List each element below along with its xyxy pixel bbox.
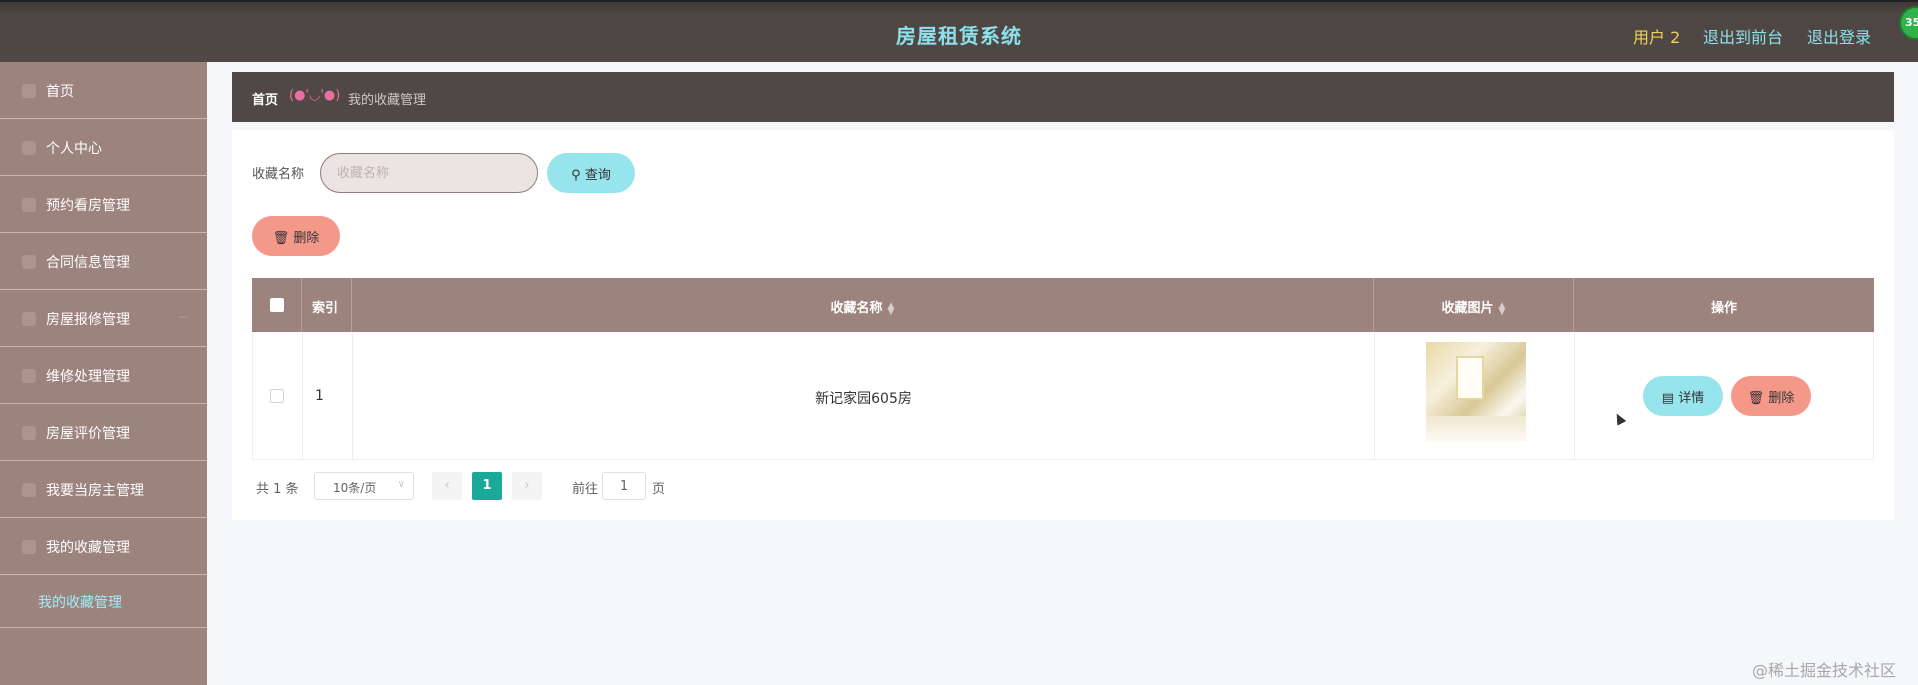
chevron-down-icon: — [178, 310, 189, 323]
top-bar: 房屋租赁系统 用户 2 退出到前台 退出登录 35 [0, 0, 1918, 62]
room-window-graphic [1456, 356, 1484, 400]
delete-button[interactable]: 🗑 删除 [252, 216, 340, 256]
column-header-image-label: 收藏图片 [1441, 301, 1494, 316]
search-input[interactable] [320, 153, 538, 193]
logout-link[interactable]: 退出登录 [1807, 24, 1871, 48]
sidebar-item-label: 房屋评价管理 [46, 426, 130, 442]
tool-icon [22, 369, 36, 383]
watermark: @稀土掘金技术社区 [1752, 661, 1897, 680]
column-header-index: 索引 [312, 301, 339, 316]
breadcrumb-home[interactable]: 首页 [252, 89, 278, 108]
sidebar-item-label: 我的收藏管理 [46, 540, 130, 556]
sort-icon[interactable]: ▲ ▼ [1499, 301, 1506, 316]
sidebar-item-label: 我要当房主管理 [46, 483, 144, 499]
sidebar-item-house-reviews[interactable]: 房屋评价管理 [0, 404, 207, 461]
detail-button-label: 详情 [1678, 390, 1705, 406]
select-all-checkbox[interactable] [270, 298, 284, 312]
row-delete-button[interactable]: 🗑 删除 [1731, 376, 1811, 416]
breadcrumb-separator: (●'◡'●) [289, 88, 341, 103]
sidebar-item-my-favorites[interactable]: 我的收藏管理 [0, 518, 207, 575]
search-icon: ⚲ [571, 167, 581, 183]
sidebar-item-viewing-appointments[interactable]: 预约看房管理 [0, 176, 207, 233]
query-button-label: 查询 [584, 167, 611, 183]
user-label[interactable]: 用户 2 [1633, 24, 1680, 48]
calendar-icon [22, 198, 36, 212]
breadcrumb: 首页 (●'◡'●) 我的收藏管理 [232, 72, 1894, 122]
sidebar-item-become-landlord[interactable]: 我要当房主管理 [0, 461, 207, 518]
prev-page-button[interactable]: ‹ [432, 472, 462, 500]
trash-icon: 🗑 [1747, 390, 1765, 406]
document-icon [22, 255, 36, 269]
sidebar-item-label: 预约看房管理 [46, 198, 130, 214]
row-checkbox[interactable] [270, 389, 284, 403]
sidebar-item-repair-requests[interactable]: 房屋报修管理 — [0, 290, 207, 347]
favorite-image[interactable] [1426, 342, 1526, 442]
goto-label: 前往 [572, 482, 599, 497]
column-header-actions: 操作 [1710, 301, 1737, 316]
document-icon: ▤ [1661, 390, 1675, 406]
star-icon [22, 426, 36, 440]
sidebar-item-label: 首页 [46, 84, 74, 100]
sidebar-subitem-label: 我的收藏管理 [38, 595, 122, 611]
favorites-table: 索引 收藏名称 ▲ ▼ 收藏图片 ▲ ▼ 操作 1 新记家园605房 ▤ 详情 … [252, 278, 1874, 460]
house-icon [22, 483, 36, 497]
sidebar-item-label: 合同信息管理 [46, 255, 130, 271]
sidebar-item-label: 房屋报修管理 [46, 312, 130, 328]
row-index: 1 [315, 388, 324, 404]
pagination-total: 共 1 条 [256, 482, 299, 497]
breadcrumb-current: 我的收藏管理 [348, 93, 427, 108]
sidebar-item-repair-handling[interactable]: 维修处理管理 [0, 347, 207, 404]
sidebar-item-label: 个人中心 [46, 141, 102, 157]
sidebar-item-label: 维修处理管理 [46, 369, 130, 385]
trash-icon: 🗑 [272, 230, 290, 246]
sidebar: 首页 个人中心 预约看房管理 合同信息管理 房屋报修管理 — 维修处理管理 房屋… [0, 62, 207, 685]
page-size-select[interactable]: 10条/页 ∨ [314, 472, 414, 500]
sort-icon[interactable]: ▲ ▼ [888, 301, 895, 316]
page-size-value: 10条/页 [333, 481, 377, 495]
sidebar-subitem-my-favorites[interactable]: 我的收藏管理 [0, 575, 207, 628]
query-button[interactable]: ⚲ 查询 [547, 153, 635, 193]
user-icon [22, 141, 36, 155]
goto-page-input[interactable] [602, 472, 646, 500]
table-row: 1 新记家园605房 ▤ 详情 🗑 删除 [252, 332, 1874, 460]
room-floor-graphic [1426, 416, 1526, 442]
column-header-name[interactable]: 收藏名称 ▲ ▼ [352, 297, 1373, 316]
heart-icon [22, 540, 36, 554]
page-number-button[interactable]: 1 [472, 472, 502, 500]
column-header-image[interactable]: 收藏图片 ▲ ▼ [1374, 297, 1573, 316]
wrench-icon [22, 312, 36, 326]
column-header-name-label: 收藏名称 [830, 301, 883, 316]
sidebar-item-contracts[interactable]: 合同信息管理 [0, 233, 207, 290]
row-name: 新记家园605房 [815, 391, 912, 407]
main-panel: 收藏名称 ⚲ 查询 🗑 删除 索引 收藏名称 ▲▼ 收藏图片 ▲▼ [232, 130, 1894, 520]
exit-to-front-link[interactable]: 退出到前台 [1703, 24, 1783, 48]
app-title: 房屋租赁系统 [896, 24, 1022, 48]
detail-button[interactable]: ▤ 详情 [1643, 376, 1723, 416]
row-delete-button-label: 删除 [1768, 390, 1795, 406]
next-page-button[interactable]: › [512, 472, 542, 500]
search-label: 收藏名称 [252, 167, 305, 182]
sidebar-item-home[interactable]: 首页 [0, 62, 207, 119]
chevron-down-icon: ∨ [397, 479, 405, 490]
home-icon [22, 84, 36, 98]
sidebar-item-personal-center[interactable]: 个人中心 [0, 119, 207, 176]
page-unit-label: 页 [652, 482, 666, 497]
table-header: 索引 收藏名称 ▲ ▼ 收藏图片 ▲ ▼ 操作 [252, 278, 1874, 332]
delete-button-label: 删除 [293, 230, 320, 246]
